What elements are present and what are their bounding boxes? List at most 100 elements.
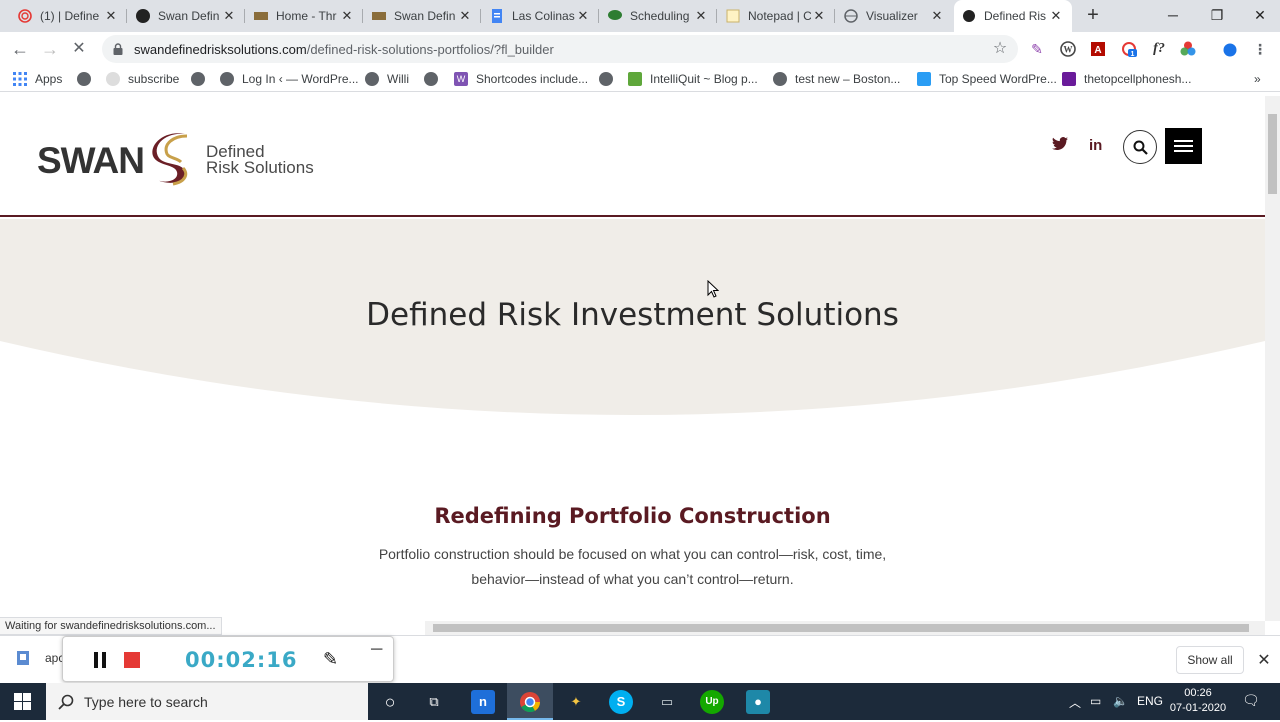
bookmark-test-new[interactable]: test new – Boston... — [773, 70, 900, 88]
bookmark-intelliquit[interactable]: IntelliQuit ~ Blog p... — [628, 70, 758, 88]
language-indicator[interactable]: ENG — [1137, 694, 1163, 708]
bookmark-globe-4[interactable] — [599, 70, 621, 88]
task-view-icon[interactable]: ⧉ — [422, 690, 446, 714]
woocommerce-icon: W — [454, 72, 468, 86]
close-icon[interactable]: ✕ — [1048, 8, 1064, 24]
skype-icon[interactable]: S — [609, 690, 633, 714]
site-logo-icon — [372, 9, 386, 23]
tab-7[interactable]: Notepad | C ✕ — [718, 0, 835, 32]
close-icon[interactable]: ✕ — [457, 8, 473, 24]
minimize-window-icon[interactable]: ─ — [1151, 0, 1195, 30]
scrollbar-thumb[interactable] — [1268, 114, 1277, 194]
hamburger-line — [1174, 150, 1193, 152]
app-bird-icon[interactable]: ✦ — [564, 690, 588, 714]
close-icon[interactable]: ✕ — [221, 8, 237, 24]
close-download-bar-icon[interactable]: ✕ — [1255, 650, 1273, 670]
pen-extension-icon[interactable]: ✎ — [1029, 41, 1045, 57]
volume-muted-icon[interactable]: 🔈 — [1113, 694, 1128, 708]
bookmark-cellphones[interactable]: thetopcellphonesh... — [1062, 70, 1191, 88]
url-path: /defined-risk-solutions-portfolios/?fl_b… — [306, 41, 554, 57]
svg-text:1: 1 — [1131, 51, 1135, 57]
screen-recorder-app-icon[interactable]: ● — [746, 690, 770, 714]
cortana-icon[interactable]: ○ — [378, 690, 402, 714]
pdf-extension-icon[interactable]: A — [1090, 41, 1106, 57]
forward-arrow-icon[interactable]: → — [39, 38, 61, 60]
pen-icon[interactable]: ✎ — [323, 649, 338, 670]
bookmark-globe-3[interactable] — [424, 70, 446, 88]
tab-3[interactable]: Home - Thr ✕ — [246, 0, 363, 32]
bookmark-wp-login[interactable]: Log In ‹ — WordPre... — [220, 70, 359, 88]
tray-chevron-icon[interactable]: ︿ — [1069, 694, 1081, 711]
tab-2[interactable]: Swan Defin ✕ — [128, 0, 245, 32]
close-icon[interactable]: ✕ — [811, 8, 827, 24]
more-menu-icon[interactable]: ⋮ — [1252, 41, 1268, 57]
bookmark-top-speed[interactable]: Top Speed WordPre... — [917, 70, 1057, 88]
logo-wordmark[interactable]: SWAN — [37, 140, 145, 182]
tab-8[interactable]: Visualizer ✕ — [836, 0, 953, 32]
globe-icon — [424, 72, 438, 86]
linkedin-icon[interactable]: in — [1089, 137, 1102, 154]
chrome-icon[interactable] — [518, 690, 542, 714]
tab-1[interactable]: (1) | Define ✕ — [10, 0, 127, 32]
site-search-button[interactable] — [1123, 130, 1157, 164]
tab-active[interactable]: Defined Ris ✕ — [954, 0, 1072, 32]
bookmark-apps[interactable]: Apps — [13, 70, 62, 88]
twitter-icon[interactable] — [1052, 137, 1068, 155]
close-window-icon[interactable]: ✕ — [1238, 0, 1280, 30]
bookmark-subscribe[interactable]: subscribe — [106, 70, 179, 88]
network-icon[interactable]: ▭ — [1090, 694, 1101, 708]
address-bar[interactable]: swandefinedrisksolutions.com/defined-ris… — [102, 35, 1018, 63]
globe-icon — [844, 9, 858, 23]
scrollbar-thumb[interactable] — [433, 624, 1249, 632]
close-icon[interactable]: ✕ — [693, 8, 709, 24]
stop-loading-icon[interactable]: ✕ — [68, 38, 90, 60]
vertical-scrollbar[interactable] — [1265, 96, 1280, 621]
screen-recorder-widget: 00:02:16 ✎ ─ — [62, 636, 394, 682]
show-all-downloads-button[interactable]: Show all — [1176, 646, 1244, 674]
analytics-extension-icon[interactable]: 1 — [1121, 41, 1137, 58]
minimize-icon[interactable]: ─ — [371, 641, 382, 659]
tab-6[interactable]: Scheduling ✕ — [600, 0, 717, 32]
site-icon — [136, 9, 150, 23]
download-item[interactable]: apc — [15, 650, 64, 666]
svg-text:A: A — [1094, 45, 1101, 56]
bookmark-shortcodes[interactable]: W Shortcodes include... — [454, 70, 588, 88]
color-picker-extension-icon[interactable] — [1180, 41, 1196, 57]
tab-5[interactable]: Las Colinas ✕ — [482, 0, 599, 32]
close-icon[interactable]: ✕ — [339, 8, 355, 24]
svg-text:W: W — [1064, 45, 1073, 55]
back-arrow-icon[interactable]: ← — [9, 38, 31, 60]
close-icon[interactable]: ✕ — [575, 8, 591, 24]
site-header: SWAN Defined Risk Solutions in — [0, 96, 1265, 217]
apple-extension-icon[interactable] — [1222, 41, 1238, 57]
wordpress-extension-icon[interactable]: W — [1060, 41, 1076, 57]
close-icon[interactable]: ✕ — [929, 8, 945, 24]
logo-tagline-2: Risk Solutions — [206, 158, 314, 177]
bookmark-globe-2[interactable] — [191, 70, 213, 88]
tab-4[interactable]: Swan Defin ✕ — [364, 0, 481, 32]
new-tab-button[interactable]: + — [1082, 4, 1104, 26]
mouse-cursor-icon — [707, 280, 719, 298]
windows-start-icon[interactable] — [14, 693, 31, 710]
hamburger-menu-button[interactable] — [1165, 128, 1202, 164]
bookmark-willi[interactable]: Willi — [365, 70, 409, 88]
restore-window-icon[interactable]: ❐ — [1195, 0, 1239, 30]
system-clock[interactable]: 00:26 07-01-2020 — [1165, 686, 1231, 716]
pause-icon[interactable] — [94, 652, 106, 668]
font-finder-extension-icon[interactable]: f? — [1151, 41, 1167, 57]
hero-section: Defined Risk Investment Solutions — [0, 219, 1265, 419]
upwork-icon[interactable]: Up — [700, 690, 724, 714]
site-icon — [1062, 72, 1076, 86]
notifications-icon[interactable]: 🗨 — [1242, 692, 1260, 709]
bookmark-globe[interactable] — [77, 70, 99, 88]
shopify-icon — [628, 72, 642, 86]
bookmarks-overflow-button[interactable]: » — [1254, 70, 1261, 88]
bookmark-star-icon[interactable]: ☆ — [992, 41, 1008, 57]
taskbar-search-box[interactable]: Type here to search — [46, 683, 368, 720]
stop-record-icon[interactable] — [124, 652, 140, 668]
app-window-icon[interactable]: ▭ — [655, 690, 679, 714]
app-n-icon[interactable]: n — [471, 690, 495, 714]
horizontal-scrollbar[interactable] — [425, 621, 1265, 635]
close-icon[interactable]: ✕ — [103, 8, 119, 24]
tree-icon — [608, 9, 622, 23]
